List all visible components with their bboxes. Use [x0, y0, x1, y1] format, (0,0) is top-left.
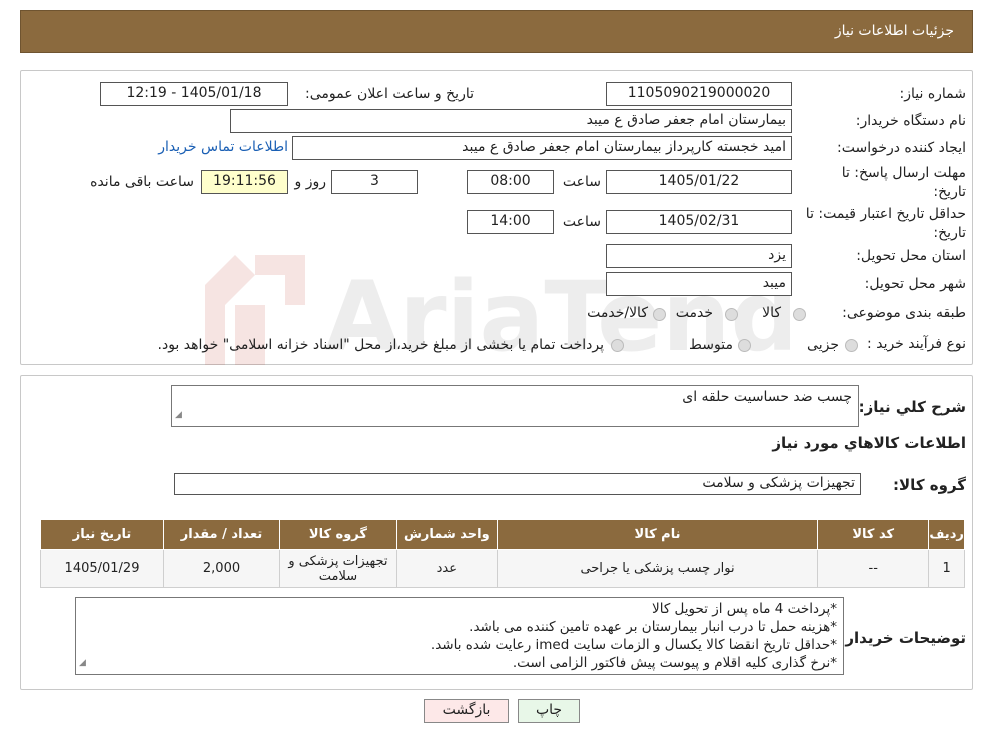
buyer-note-line: *نرخ گذاری کلیه اقلام و پیوست پیش فاکتور… [512, 655, 837, 671]
need-number-label: شماره نیاز: [899, 86, 967, 102]
category-label: طبقه بندی موضوعی: [842, 305, 966, 321]
goods-group-label: گروه کالا: [893, 476, 966, 494]
col-header-need-date: تاریخ نیاز [39, 519, 165, 550]
page-header: جزئیات اطلاعات نیاز [20, 10, 973, 53]
deadline-date-field: 1405/01/22 [606, 170, 792, 194]
validity-time-label: ساعت [562, 214, 601, 230]
city-field: میبد [606, 272, 792, 296]
need-number-field: 1105090219000020 [606, 82, 792, 106]
col-header-row-number: ردیف [928, 519, 965, 550]
table-header-row: ردیف کد کالا نام کالا واحد شمارش گروه کا… [39, 519, 965, 550]
cell-quantity: 2,000 [163, 549, 280, 588]
validity-label: حداقل تاریخ اعتبار قیمت: تا [805, 206, 966, 222]
validity-date-field: 1405/02/31 [606, 210, 792, 234]
buyer-notes-field: *پرداخت 4 ماه پس از تحویل کالا *هزینه حم… [75, 597, 844, 675]
announce-label: تاریخ و ساعت اعلان عمومی: [305, 86, 474, 102]
announce-field: 1405/01/18 - 12:19 [100, 82, 288, 106]
deadline-label-2: تاریخ: [933, 184, 966, 200]
goods-table: ردیف کد کالا نام کالا واحد شمارش گروه کا… [39, 519, 965, 588]
goods-group-field: تجهیزات پزشکی و سلامت [174, 473, 861, 495]
category-option-goods-service: کالا/خدمت [587, 305, 648, 321]
province-field: یزد [606, 244, 792, 268]
category-option-goods: کالا [762, 305, 781, 321]
col-header-item-name: نام کالا [496, 519, 819, 550]
table-row: 1 -- نوار چسب پزشکی یا جراحی عدد تجهیزات… [39, 549, 965, 588]
deadline-label: مهلت ارسال پاسخ: تا [841, 165, 966, 181]
deadline-time-field: 08:00 [467, 170, 554, 194]
remaining-days-field: 3 [331, 170, 418, 194]
validity-label-2: تاریخ: [933, 225, 966, 241]
cell-item-name: نوار چسب پزشکی یا جراحی [496, 549, 819, 588]
process-radio-medium[interactable] [738, 339, 751, 352]
remaining-time-label: ساعت باقی مانده [90, 174, 194, 190]
remaining-days-label: روز و [294, 174, 327, 190]
col-header-quantity: تعداد / مقدار [163, 519, 280, 550]
process-radio-minor[interactable] [845, 339, 858, 352]
process-option-minor: جزیی [807, 337, 839, 353]
description-text: چسب ضد حساسیت حلقه ای [682, 389, 852, 405]
category-option-service: خدمت [675, 305, 713, 321]
province-label: استان محل تحویل: [856, 248, 966, 264]
description-field: چسب ضد حساسیت حلقه ای ◢ [171, 385, 859, 427]
cell-row-number: 1 [928, 549, 965, 588]
cell-item-code: -- [817, 549, 930, 588]
creator-field: امید خجسته کارپرداز بیمارستان امام جعفر … [292, 136, 792, 160]
cell-need-date: 1405/01/29 [39, 549, 165, 588]
col-header-unit: واحد شمارش [395, 519, 498, 550]
category-radio-service[interactable] [725, 308, 738, 321]
process-label: نوع فرآیند خرید : [867, 336, 966, 352]
process-option-medium: متوسط [689, 337, 733, 353]
creator-label: ایجاد کننده درخواست: [837, 140, 966, 156]
category-radio-goods[interactable] [793, 308, 806, 321]
process-radio-treasury[interactable] [611, 339, 624, 352]
cell-item-group: تجهیزات پزشکی و سلامت [278, 549, 397, 588]
buyer-notes-label: توضیحات خریدار: [839, 629, 966, 647]
deadline-time-label: ساعت [562, 174, 601, 190]
buyer-note-line: *هزینه حمل تا درب انبار بیمارستان بر عهد… [469, 619, 837, 635]
print-button[interactable]: چاپ [518, 699, 580, 723]
city-label: شهر محل تحویل: [864, 276, 966, 292]
cell-unit: عدد [395, 549, 498, 588]
col-header-item-group: گروه کالا [278, 519, 397, 550]
buyer-note-line: *پرداخت 4 ماه پس از تحویل کالا [652, 601, 837, 617]
goods-info-title: اطلاعات کالاهاي مورد نیاز [772, 434, 966, 452]
remaining-time-field: 19:11:56 [201, 170, 288, 194]
validity-time-field: 14:00 [467, 210, 554, 234]
buyer-note-line: *حداقل تاریخ انقضا کالا یکسال و الزمات س… [430, 637, 837, 653]
resize-grip-icon: ◢ [175, 410, 182, 420]
description-label: شرح کلي نیاز: [858, 398, 966, 416]
resize-grip-icon: ◢ [79, 658, 86, 668]
col-header-item-code: کد کالا [817, 519, 930, 550]
buyer-field: بیمارستان امام جعفر صادق ع میبد [230, 109, 792, 133]
back-button[interactable]: بازگشت [424, 699, 509, 723]
buyer-contact-link[interactable]: اطلاعات تماس خریدار [158, 139, 288, 155]
category-radio-goods-service[interactable] [653, 308, 666, 321]
process-note: پرداخت تمام یا بخشی از مبلغ خرید،از محل … [157, 337, 604, 353]
page-title: جزئیات اطلاعات نیاز [834, 23, 954, 39]
buyer-label: نام دستگاه خریدار: [855, 113, 966, 129]
